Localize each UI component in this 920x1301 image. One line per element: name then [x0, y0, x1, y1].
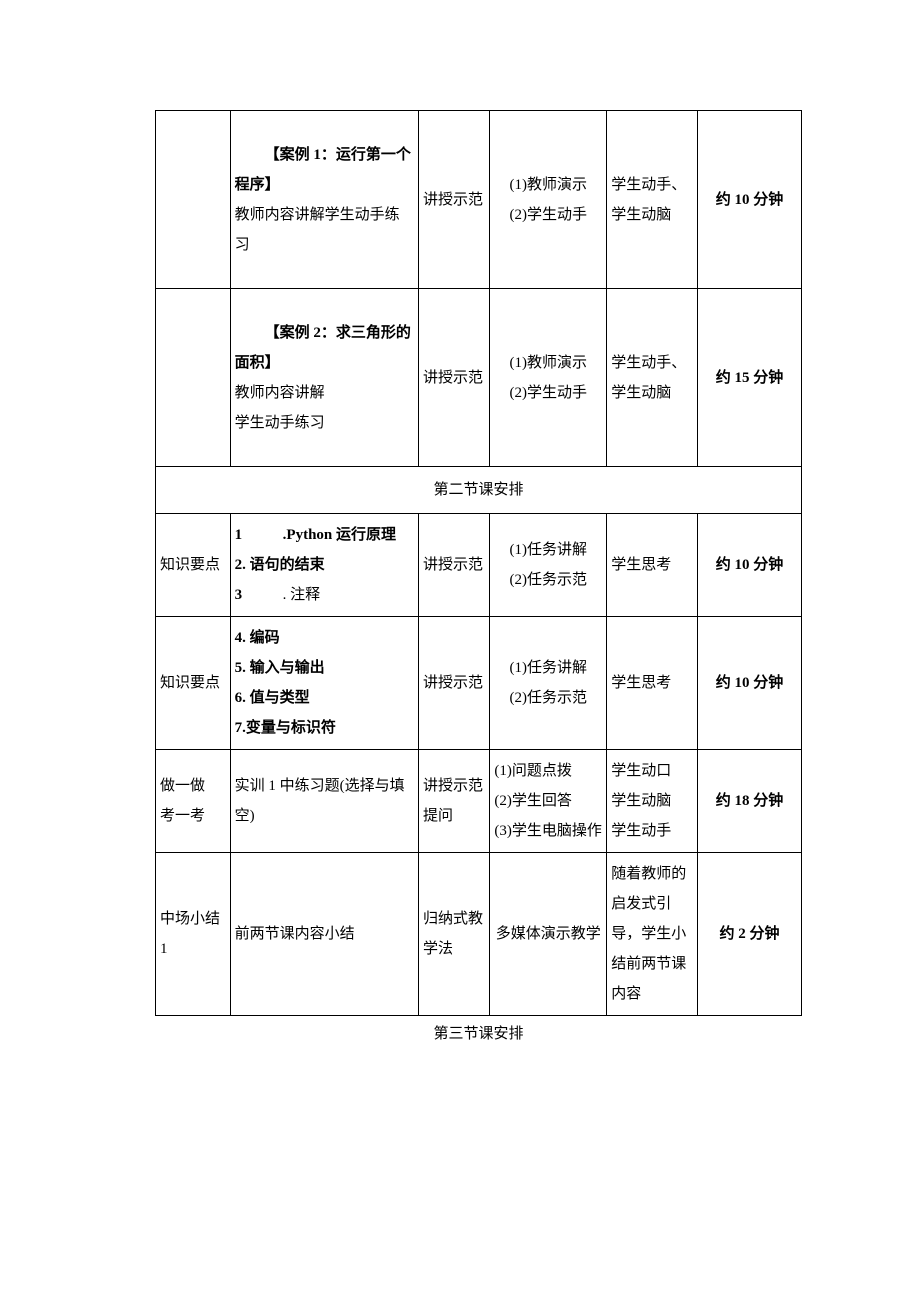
case-body: 教师内容讲解学生动手练习 [235, 200, 414, 260]
case-title: 【案例 2：求三角形的面积】 [235, 318, 414, 378]
table-row: 【案例 1：运行第一个程序】 教师内容讲解学生动手练习 讲授示范 (1)教师演示… [156, 111, 802, 289]
step-line: (1)教师演示(2)学生动手 [494, 170, 602, 230]
cell-label: 知识要点 [156, 617, 231, 750]
cell-time: 约 10 分钟 [698, 514, 802, 617]
cell-time: 约 18 分钟 [698, 750, 802, 853]
cell-label [156, 111, 231, 289]
cell-steps: (1)任务讲解(2)任务示范 [490, 617, 607, 750]
cell-content: 【案例 2：求三角形的面积】 教师内容讲解学生动手练习 [230, 289, 418, 467]
cell-time: 约 10 分钟 [698, 111, 802, 289]
table-row: 知识要点 1 .Python 运行原理 2. 语句的结束 3 . 注释 [156, 514, 802, 617]
item-text: . 注释 [283, 587, 321, 603]
time-text: 约 18 分钟 [716, 793, 784, 809]
cell-steps: (1)教师演示(2)学生动手 [490, 289, 607, 467]
item-num: 1 [235, 527, 243, 543]
footer-caption: 第三节课安排 [155, 1016, 802, 1052]
cell-method: 讲授示范 [418, 514, 489, 617]
list-line: 2. 语句的结束 [235, 550, 414, 580]
section-header-row: 第二节课安排 [156, 467, 802, 514]
cell-label [156, 289, 231, 467]
cell-steps: (1)问题点拨(2)学生回答(3)学生电脑操作 [490, 750, 607, 853]
cell-steps: (1)教师演示(2)学生动手 [490, 111, 607, 289]
time-text: 约 15 分钟 [716, 370, 784, 386]
list-line: 1 .Python 运行原理 [235, 520, 414, 550]
case-title: 【案例 1：运行第一个程序】 [235, 140, 414, 200]
cell-student: 学生思考 [607, 617, 698, 750]
time-text: 约 10 分钟 [716, 675, 784, 691]
time-text: 约 10 分钟 [716, 192, 784, 208]
schedule-table: 【案例 1：运行第一个程序】 教师内容讲解学生动手练习 讲授示范 (1)教师演示… [155, 110, 802, 1016]
cell-content: 1 .Python 运行原理 2. 语句的结束 3 . 注释 [230, 514, 418, 617]
cell-method: 讲授示范提问 [418, 750, 489, 853]
section-header: 第二节课安排 [156, 467, 802, 514]
step-line: (1)任务讲解(2)任务示范 [494, 653, 602, 713]
cell-student: 学生动口学生动脑学生动手 [607, 750, 698, 853]
cell-method: 讲授示范 [418, 289, 489, 467]
step-line: (1)问题点拨(2)学生回答(3)学生电脑操作 [494, 756, 602, 846]
cell-time: 约 2 分钟 [698, 853, 802, 1016]
table-row: 【案例 2：求三角形的面积】 教师内容讲解学生动手练习 讲授示范 (1)教师演示… [156, 289, 802, 467]
cell-student: 学生思考 [607, 514, 698, 617]
list-line: 4. 编码 [235, 623, 414, 653]
step-line: (1)教师演示(2)学生动手 [494, 348, 602, 408]
step-line: (1)任务讲解(2)任务示范 [494, 535, 602, 595]
time-text: 约 10 分钟 [716, 557, 784, 573]
list-line: 6. 值与类型 [235, 683, 414, 713]
cell-steps: (1)任务讲解(2)任务示范 [490, 514, 607, 617]
item-num: 3 [235, 587, 243, 603]
cell-student: 随着教师的启发式引导，学生小结前两节课内容 [607, 853, 698, 1016]
cell-time: 约 10 分钟 [698, 617, 802, 750]
cell-content: 实训 1 中练习题(选择与填空) [230, 750, 418, 853]
cell-student: 学生动手、学生动脑 [607, 111, 698, 289]
cell-method: 讲授示范 [418, 617, 489, 750]
table-row: 做一做考一考 实训 1 中练习题(选择与填空) 讲授示范提问 (1)问题点拨(2… [156, 750, 802, 853]
list-line: 3 . 注释 [235, 580, 414, 610]
document-page: 【案例 1：运行第一个程序】 教师内容讲解学生动手练习 讲授示范 (1)教师演示… [0, 0, 920, 1301]
list-line: 7.变量与标识符 [235, 713, 414, 743]
table-row: 知识要点 4. 编码 5. 输入与输出 6. 值与类型 7.变量与标识符 讲授示… [156, 617, 802, 750]
time-text: 约 2 分钟 [720, 926, 780, 942]
cell-content: 【案例 1：运行第一个程序】 教师内容讲解学生动手练习 [230, 111, 418, 289]
cell-content: 4. 编码 5. 输入与输出 6. 值与类型 7.变量与标识符 [230, 617, 418, 750]
cell-student: 学生动手、学生动脑 [607, 289, 698, 467]
cell-steps: 多媒体演示教学 [490, 853, 607, 1016]
table-row: 中场小结 1 前两节课内容小结 归纳式教学法 多媒体演示教学 随着教师的启发式引… [156, 853, 802, 1016]
cell-method: 讲授示范 [418, 111, 489, 289]
case-body: 教师内容讲解学生动手练习 [235, 378, 414, 438]
cell-content: 前两节课内容小结 [230, 853, 418, 1016]
cell-time: 约 15 分钟 [698, 289, 802, 467]
cell-method: 归纳式教学法 [418, 853, 489, 1016]
cell-label: 知识要点 [156, 514, 231, 617]
list-line: 5. 输入与输出 [235, 653, 414, 683]
cell-label: 做一做考一考 [156, 750, 231, 853]
item-text: .Python 运行原理 [283, 527, 396, 543]
cell-label: 中场小结 1 [156, 853, 231, 1016]
